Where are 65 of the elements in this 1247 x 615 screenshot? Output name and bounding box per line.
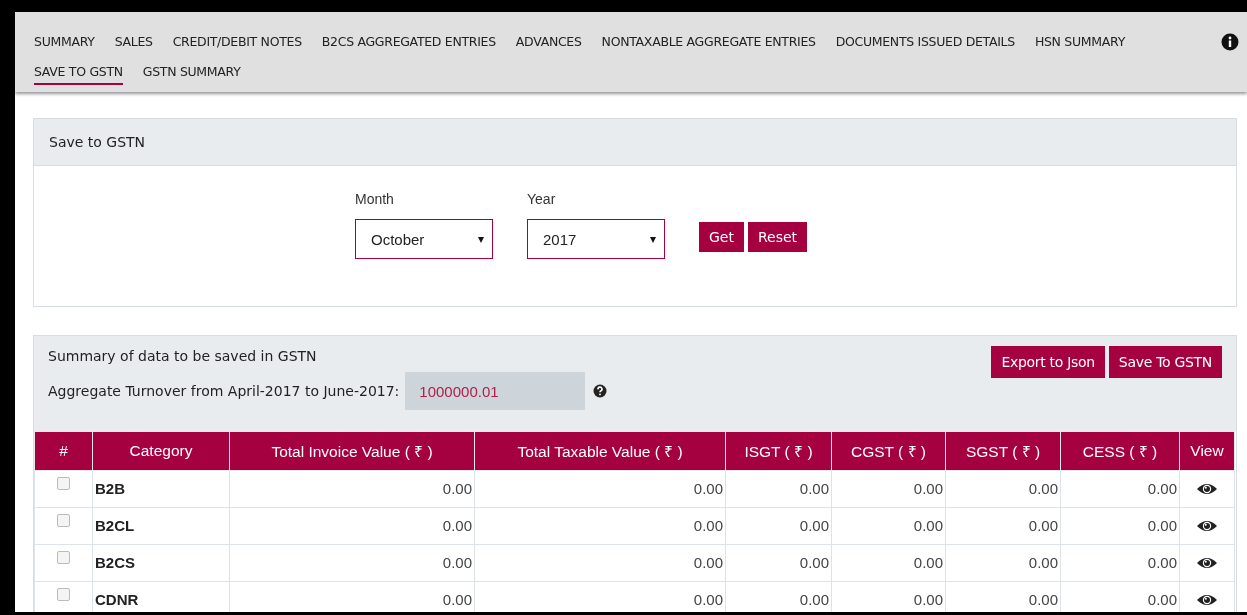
table-cell: 0.00 — [945, 507, 1061, 545]
table-cell: 0.00 — [945, 470, 1061, 508]
column-header: CESS ( ₹ ) — [1060, 431, 1180, 471]
row-checkbox[interactable] — [57, 477, 70, 490]
table-cell: 0.00 — [725, 507, 832, 545]
nav-tab[interactable]: SALES — [114, 34, 153, 55]
nav-tab[interactable]: ADVANCES — [515, 34, 582, 55]
month-label: Month — [355, 191, 395, 207]
column-header: View — [1179, 431, 1235, 471]
get-button[interactable]: Get — [699, 222, 744, 252]
table-cell: 0.00 — [945, 544, 1061, 582]
export-button[interactable]: Export to Json — [991, 346, 1105, 378]
table-cell: 0.00 — [1060, 544, 1180, 582]
nav-tab[interactable]: NONTAXABLE AGGREGATE ENTRIES — [601, 34, 816, 55]
column-header: # — [34, 431, 93, 471]
nav-tab[interactable]: GSTN SUMMARY — [142, 64, 241, 85]
eye-icon[interactable] — [1196, 519, 1218, 533]
table-cell: 0.00 — [831, 544, 946, 582]
column-header: Total Taxable Value ( ₹ ) — [474, 431, 726, 471]
column-header: Total Invoice Value ( ₹ ) — [229, 431, 475, 471]
eye-icon[interactable] — [1196, 593, 1218, 607]
caret-icon — [478, 237, 484, 243]
panel-title: Summary of data to be saved in GSTN — [48, 348, 318, 364]
table-cell: 0.00 — [229, 544, 475, 582]
reset-button[interactable]: Reset — [747, 222, 808, 252]
table-cell: B2CS — [92, 544, 230, 582]
table-cell: 0.00 — [229, 470, 475, 508]
panel-title: Save to GSTN — [49, 134, 146, 150]
column-header: Category — [92, 431, 230, 471]
eye-icon[interactable] — [1196, 482, 1218, 496]
nav-tab[interactable]: SUMMARY — [34, 34, 95, 55]
table-cell: 0.00 — [474, 507, 726, 545]
eye-icon[interactable] — [1196, 556, 1218, 570]
column-header: CGST ( ₹ ) — [831, 431, 946, 471]
table-cell: B2CL — [92, 507, 230, 545]
save-button[interactable]: Save To GSTN — [1108, 346, 1222, 378]
table-cell: 0.00 — [474, 544, 726, 582]
month-select[interactable]: October — [355, 219, 493, 259]
nav-tab[interactable]: DOCUMENTS ISSUED DETAILS — [835, 34, 1015, 55]
nav-tab[interactable]: CREDIT/DEBIT NOTES — [172, 34, 302, 55]
turnover-field[interactable]: 1000000.01 — [405, 372, 586, 410]
nav-tab[interactable]: B2CS AGGREGATED ENTRIES — [321, 34, 496, 55]
table-cell: CDNR — [92, 581, 230, 612]
column-header: SGST ( ₹ ) — [945, 431, 1061, 471]
help-icon[interactable] — [593, 384, 608, 398]
year-label: Year — [527, 191, 557, 207]
table-cell: 0.00 — [1060, 507, 1180, 545]
table-cell: B2B — [92, 470, 230, 508]
row-checkbox[interactable] — [57, 588, 70, 601]
table-cell: 0.00 — [831, 470, 946, 508]
nav-tab[interactable]: HSN SUMMARY — [1034, 34, 1125, 55]
table-cell: 0.00 — [474, 470, 726, 508]
row-checkbox[interactable] — [57, 514, 70, 527]
table-cell: 0.00 — [229, 507, 475, 545]
caret-icon — [650, 237, 656, 243]
turnover-label: Aggregate Turnover from April-2017 to June-2017: — [48, 383, 400, 399]
table-cell: 0.00 — [725, 544, 832, 582]
nav-tab[interactable]: SAVE TO GSTN — [34, 64, 123, 85]
year-select[interactable]: 2017 — [527, 219, 665, 259]
info-icon[interactable] — [1221, 33, 1239, 51]
column-header: ISGT ( ₹ ) — [725, 431, 832, 471]
table-cell: 0.00 — [831, 507, 946, 545]
table-cell: 0.00 — [725, 470, 832, 508]
row-checkbox[interactable] — [57, 551, 70, 564]
table-cell: 0.00 — [1060, 470, 1180, 508]
